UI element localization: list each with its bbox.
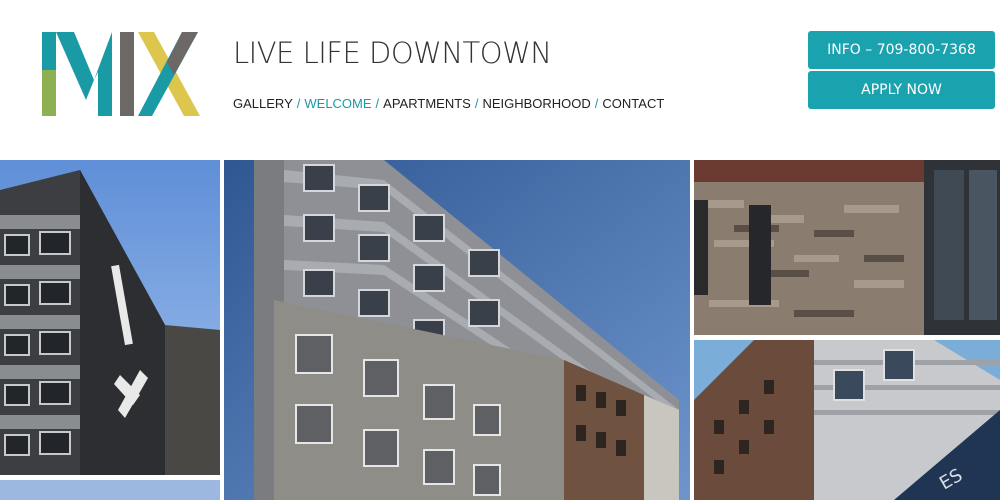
nav-separator: / <box>474 96 479 111</box>
nav-apartments[interactable]: APARTMENTS <box>383 96 471 111</box>
apply-now-button[interactable]: APPLY NOW <box>808 71 995 109</box>
stone-wall-photo[interactable] <box>694 160 1000 335</box>
photo-gallery: ES <box>0 160 1000 500</box>
main-nav: GALLERY / WELCOME / APARTMENTS / NEIGHBORHOOD /… <box>233 96 664 111</box>
nav-contact[interactable]: CONTACT <box>602 96 664 111</box>
building-side-photo[interactable] <box>0 160 220 500</box>
site-header: LIVE LIFE DOWNTOWN GALLERY / WELCOME / APART… <box>0 0 1000 160</box>
building-main-photo[interactable] <box>224 160 690 500</box>
building-corner-photo[interactable]: ES <box>694 340 1000 500</box>
nav-gallery[interactable]: GALLERY <box>233 96 293 111</box>
mix-logo[interactable] <box>42 30 202 118</box>
nav-separator: / <box>375 96 380 111</box>
info-phone-button[interactable]: INFO – 709-800-7368 <box>808 31 995 69</box>
nav-separator: / <box>594 96 599 111</box>
nav-separator: / <box>296 96 301 111</box>
nav-welcome[interactable]: WELCOME <box>304 96 371 111</box>
tagline: LIVE LIFE DOWNTOWN <box>233 36 552 70</box>
nav-neighborhood[interactable]: NEIGHBORHOOD <box>482 96 590 111</box>
